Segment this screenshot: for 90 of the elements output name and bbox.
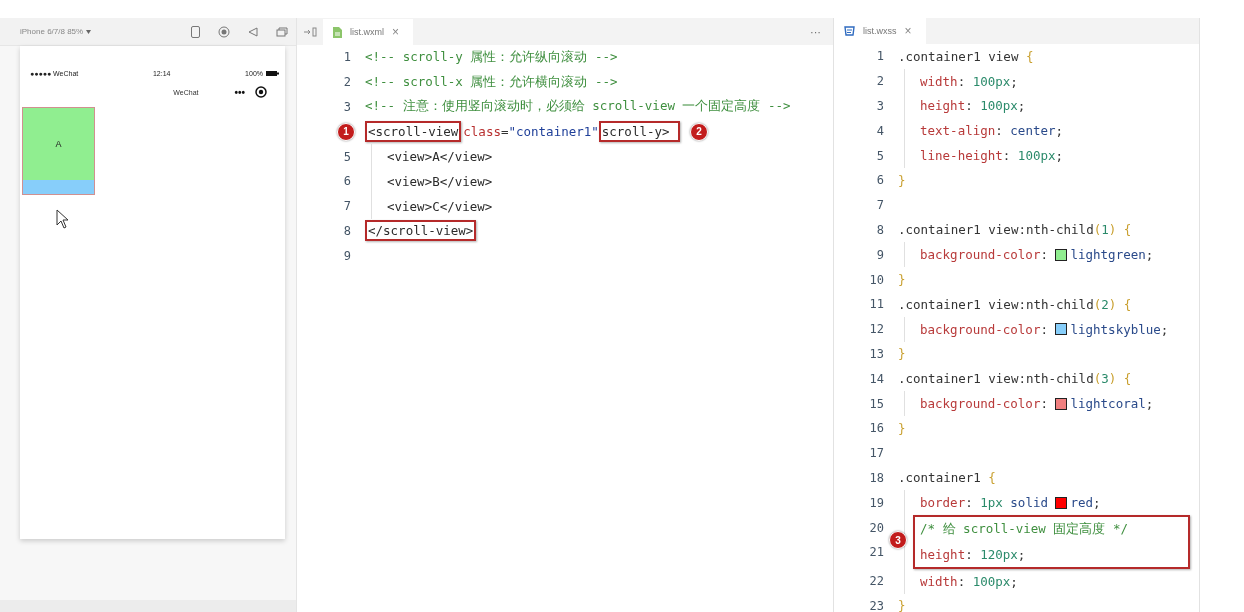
line-number: 22 (869, 574, 884, 589)
cursor-icon (56, 209, 70, 229)
code-text: height: 120px; (920, 546, 1026, 562)
line-number: 17 (869, 446, 884, 461)
line-number: 6 (876, 173, 884, 188)
device-selector[interactable]: iPhone 6/7/8 85% (20, 27, 92, 36)
line-number: 1 (876, 49, 884, 64)
code-text: .container1 view { (898, 48, 1034, 64)
line-number: 6 (343, 174, 351, 189)
code-text: .container1 view:nth-child(2) { (898, 296, 1132, 312)
step-badge: 1 (337, 122, 355, 141)
file-icon (333, 26, 342, 38)
stylesheet-icon (844, 26, 855, 36)
code-text: <!-- scroll-x 属性：允许横向滚动 --> (365, 73, 618, 91)
speaker-icon[interactable] (248, 26, 258, 37)
code-text: <!-- scroll-y 属性：允许纵向滚动 --> (365, 48, 618, 66)
line-number: 23 (869, 598, 884, 612)
line-number: 16 (869, 421, 884, 436)
code-text: background-color: (920, 396, 1049, 412)
code-text: text-align: center; (920, 123, 1063, 139)
line-number: 2 (876, 74, 884, 89)
collapse-icon[interactable] (303, 26, 317, 37)
code-text: } (898, 172, 906, 188)
highlight-box: scroll-y> (598, 121, 681, 143)
step-badge: 2 (690, 122, 709, 141)
code-text: } (898, 598, 906, 612)
highlight-box: <scroll-view (365, 121, 462, 143)
record-icon[interactable] (218, 25, 230, 38)
code-text: .container1 view:nth-child(1) { (898, 222, 1132, 238)
line-number: 4 (876, 123, 884, 138)
line-number: 5 (876, 148, 884, 163)
code-text: width: 100px; (920, 573, 1018, 589)
view-block: A (23, 108, 94, 180)
code-text: lightskyblue; (1070, 321, 1169, 337)
close-icon[interactable]: × (904, 24, 912, 38)
file-tab[interactable]: list.wxss × (834, 18, 926, 44)
code-text: width: 100px; (920, 73, 1018, 89)
code-text: .container1 view:nth-child(3) { (898, 371, 1132, 387)
code-text: lightgreen; (1070, 247, 1154, 263)
line-number: 7 (876, 198, 884, 213)
code-text: .container1 { (898, 470, 996, 486)
code-text: background-color: (920, 247, 1049, 263)
code-text: border: 1px solid (920, 495, 1049, 511)
windows-icon[interactable] (276, 26, 288, 37)
line-number: 12 (869, 322, 884, 337)
line-number: 10 (869, 272, 884, 287)
line-number: 20 (869, 520, 884, 535)
code-text: <!-- 注意：使用竖向滚动时，必须给 scroll-view 一个固定高度 --> (365, 98, 791, 116)
line-number: 11 (869, 297, 884, 312)
file-tab[interactable]: list.wxml × (323, 19, 413, 45)
code-text: } (898, 420, 906, 436)
line-number: 21 (869, 545, 884, 560)
code-text: lightcoral; (1070, 396, 1154, 412)
code-text: <view>A</view> (387, 149, 493, 165)
line-number: 19 (869, 495, 884, 510)
code-text: <view>B</view> (387, 173, 493, 189)
code-text: height: 100px; (920, 98, 1026, 114)
phone-icon[interactable] (191, 25, 200, 38)
line-number: 5 (343, 149, 351, 164)
highlight-box: </scroll-view> (365, 220, 477, 242)
line-number: 2 (343, 75, 351, 90)
code-text: class="container1" (463, 124, 599, 140)
code-text: } (898, 346, 906, 362)
line-number: 1 (343, 50, 351, 65)
caret-icon (86, 29, 92, 34)
line-number: 7 (343, 199, 351, 214)
tab-title: list.wxss (863, 26, 897, 36)
tab-title: list.wxml (350, 27, 384, 37)
code-text: <view>C</view> (387, 198, 493, 214)
line-number: 8 (343, 223, 351, 238)
line-number: 3 (343, 100, 351, 114)
scroll-view[interactable]: A (22, 107, 95, 195)
line-number: 9 (876, 247, 884, 262)
line-number: 8 (876, 222, 884, 237)
battery-icon (266, 71, 279, 76)
line-number: 15 (869, 396, 884, 411)
code-text: red; (1070, 495, 1101, 511)
close-icon[interactable]: × (392, 25, 399, 39)
line-number: 13 (869, 346, 884, 361)
code-text: } (898, 272, 906, 288)
code-text: line-height: 100px; (920, 148, 1064, 164)
line-number: 14 (869, 371, 884, 386)
line-number: 9 (343, 248, 351, 263)
code-text: /* 给 scroll-view 固定高度 */ (920, 521, 1128, 539)
target-icon (255, 86, 267, 98)
step-badge: 3 (889, 531, 907, 550)
line-number: 18 (869, 470, 884, 485)
more-button[interactable]: ··· (810, 25, 821, 38)
line-number: 3 (876, 99, 884, 113)
code-text: background-color: (920, 321, 1049, 337)
